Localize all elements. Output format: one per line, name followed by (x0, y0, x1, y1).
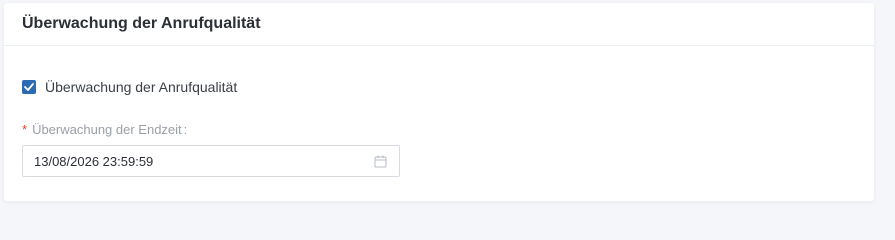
end-time-value[interactable]: 13/08/2026 23:59:59 (34, 154, 373, 169)
call-quality-monitoring-checkbox-row[interactable]: Überwachung der Anrufqualität (22, 79, 237, 95)
card-header: Überwachung der Anrufqualität (4, 3, 874, 46)
call-quality-monitoring-label: Überwachung der Anrufqualität (45, 79, 238, 95)
end-time-label-text: Überwachung der Endzeit (32, 122, 182, 137)
required-marker: * (22, 122, 28, 137)
end-time-field-label: * Überwachung der Endzeit: (22, 122, 187, 137)
calendar-icon[interactable] (373, 154, 387, 168)
label-colon: : (183, 122, 188, 137)
end-time-date-picker[interactable]: 13/08/2026 23:59:59 (22, 145, 400, 177)
call-quality-card: Überwachung der Anrufqualität Überwachun… (4, 3, 874, 201)
checkmark-icon (24, 83, 34, 91)
card-title: Überwachung der Anrufqualität (22, 15, 261, 32)
call-quality-monitoring-checkbox[interactable] (22, 80, 36, 94)
